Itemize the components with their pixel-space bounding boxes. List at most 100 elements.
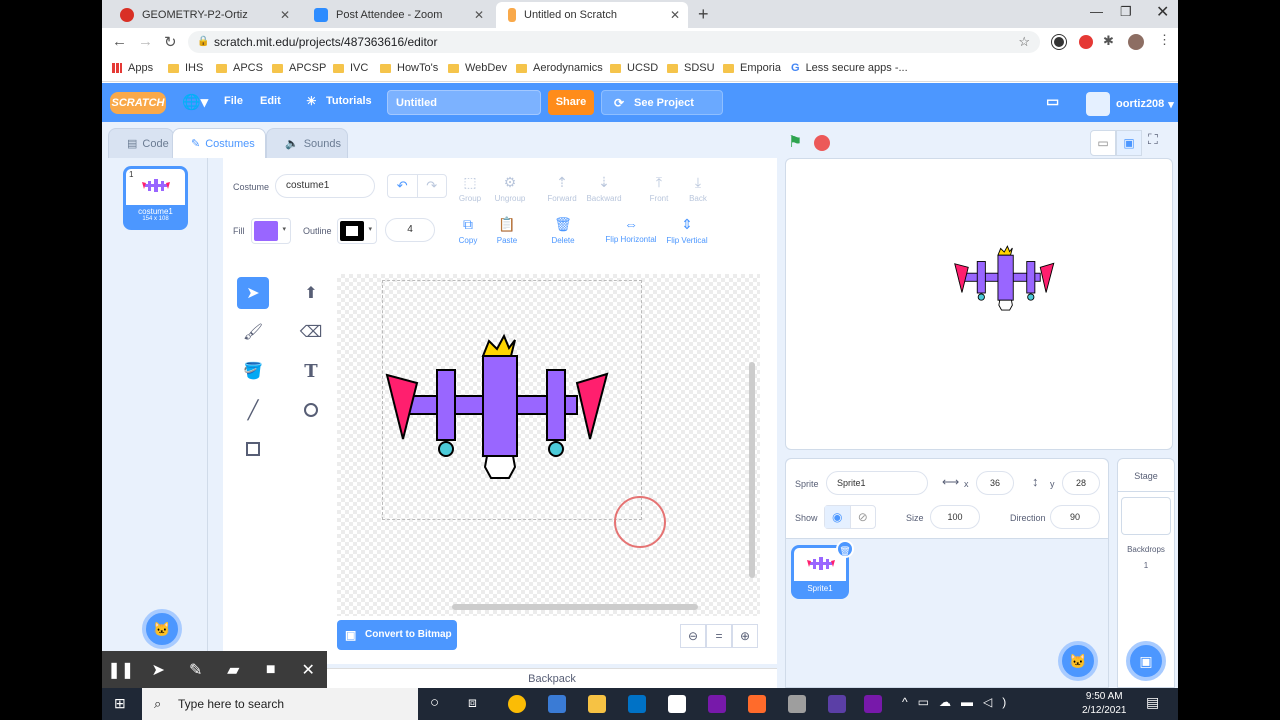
choose-costume-button[interactable]: 🐱 xyxy=(142,609,182,649)
eraser-tool[interactable]: ⌫ xyxy=(295,316,327,348)
ungroup-button[interactable]: ⚙ Ungroup xyxy=(484,174,536,203)
bookmark-folder[interactable]: SDSU xyxy=(667,62,715,74)
onenote-icon[interactable] xyxy=(708,695,726,713)
extension-icon[interactable] xyxy=(1052,35,1066,49)
star-icon[interactable]: ☆ xyxy=(1018,31,1030,53)
drawing-canvas[interactable] xyxy=(337,274,760,616)
close-icon[interactable]: ✕ xyxy=(474,8,484,22)
line-tool[interactable]: ╱ xyxy=(237,394,269,426)
g-app-icon[interactable] xyxy=(668,695,686,713)
back-icon[interactable]: ← xyxy=(112,33,127,50)
choose-sprite-button[interactable]: 🐱 xyxy=(1058,641,1098,681)
folder-icon[interactable]: ▭ xyxy=(1046,93,1059,110)
profile-avatar[interactable] xyxy=(1128,34,1144,50)
fill-tool[interactable]: 🪣 xyxy=(237,355,269,387)
back-button[interactable]: ⤓ Back xyxy=(672,174,724,203)
pointer-icon[interactable]: ➤ xyxy=(140,660,178,680)
large-stage-icon[interactable]: ▣ xyxy=(1116,130,1142,156)
puzzle-icon[interactable]: ✱ xyxy=(1103,33,1117,48)
close-icon[interactable]: ✕ xyxy=(280,8,290,22)
direction-input[interactable]: 90 xyxy=(1050,505,1100,529)
bookmark-folder[interactable]: Emporia xyxy=(723,62,781,74)
file-menu[interactable]: File xyxy=(224,95,243,107)
tab-sounds[interactable]: 🔈 Sounds xyxy=(266,128,348,158)
delete-sprite-icon[interactable]: 🗑 xyxy=(836,540,854,558)
bookmark-folder[interactable]: UCSD xyxy=(610,62,658,74)
tab-zoom[interactable]: Post Attendee - Zoom ✕ xyxy=(302,2,492,28)
tab-geometry[interactable]: GEOMETRY-P2-Ortiz ✕ xyxy=(108,2,298,28)
eye-off-icon[interactable]: ⊘ xyxy=(851,506,876,528)
paste-button[interactable]: 📋 Paste xyxy=(481,216,533,245)
zoom-reset-icon[interactable]: = xyxy=(706,624,732,648)
y-input[interactable]: 28 xyxy=(1062,471,1100,495)
scratch-logo[interactable]: SCRATCH xyxy=(110,92,166,114)
delete-button[interactable]: 🗑 Delete xyxy=(537,216,589,245)
rectangle-tool[interactable] xyxy=(237,433,269,465)
costume-name-input[interactable]: costume1 xyxy=(275,174,375,198)
bookmark-google[interactable]: G Less secure apps -... xyxy=(791,62,908,74)
outline-color-picker[interactable]: ▾ xyxy=(337,218,377,244)
tab-costumes[interactable]: ✎ Costumes xyxy=(172,128,266,158)
brush-tool[interactable]: 🖌 xyxy=(237,316,269,348)
sprite-tile[interactable]: Sprite1 🗑 xyxy=(791,540,854,599)
size-input[interactable]: 100 xyxy=(930,505,980,529)
horizontal-scrollbar[interactable] xyxy=(452,604,698,610)
pen-icon[interactable]: ✎ xyxy=(177,660,215,680)
bookmark-apps[interactable]: Apps xyxy=(112,62,153,74)
calculator-icon[interactable] xyxy=(548,695,566,713)
outline-width-input[interactable]: 4 xyxy=(385,218,435,242)
onenote-icon[interactable] xyxy=(864,695,882,713)
close-icon[interactable]: ✕ xyxy=(670,8,680,22)
menu-dots-icon[interactable]: ⋮ xyxy=(1158,32,1172,47)
cortana-icon[interactable]: ○ xyxy=(430,694,439,711)
green-flag-icon[interactable]: ⚑ xyxy=(788,132,802,152)
flip-horizontal-button[interactable]: ⇔ Flip Horizontal xyxy=(599,216,663,244)
see-project-page-button[interactable]: ⟳ See Project Page xyxy=(601,90,723,134)
file-explorer-icon[interactable] xyxy=(588,695,606,713)
tray-icons[interactable]: ^▭☁▬◁) xyxy=(902,695,1016,709)
tab-code[interactable]: ▤ Code xyxy=(108,128,174,158)
bookmark-folder[interactable]: IVC xyxy=(333,62,368,74)
maximize-icon[interactable]: ❐ xyxy=(1120,4,1132,20)
notifications-icon[interactable]: ▤ xyxy=(1146,694,1159,711)
task-view-icon[interactable]: ⧈ xyxy=(468,694,477,711)
pause-icon[interactable]: ❚❚ xyxy=(102,660,140,680)
redo-icon[interactable]: ↷ xyxy=(418,175,447,197)
zoom-out-icon[interactable]: ⊖ xyxy=(680,624,706,648)
outlook-icon[interactable] xyxy=(628,695,646,713)
reload-icon[interactable]: ↻ xyxy=(164,33,177,51)
highlighter-icon[interactable]: ▰ xyxy=(215,660,253,680)
forward-icon[interactable]: → xyxy=(138,33,153,50)
app-icon[interactable] xyxy=(748,695,766,713)
bookmark-folder[interactable]: APCSP xyxy=(272,62,326,74)
fill-color-picker[interactable]: ▾ xyxy=(251,218,291,244)
x-input[interactable]: 36 xyxy=(976,471,1014,495)
app-icon[interactable] xyxy=(828,695,846,713)
tab-scratch[interactable]: Untitled on Scratch ✕ xyxy=(496,2,688,28)
stage-canvas[interactable] xyxy=(785,158,1173,450)
globe-icon[interactable]: 🌐▾ xyxy=(182,93,208,111)
zoom-in-icon[interactable]: ⊕ xyxy=(732,624,758,648)
bookmark-folder[interactable]: WebDev xyxy=(448,62,507,74)
flip-vertical-button[interactable]: ⇕ Flip Vertical xyxy=(659,216,715,245)
select-tool[interactable]: ➤ xyxy=(237,277,269,309)
backward-button[interactable]: ⇣ Backward xyxy=(578,174,630,203)
reshape-tool[interactable]: ⬆ xyxy=(295,277,327,309)
new-tab-icon[interactable]: + xyxy=(698,4,709,25)
circle-tool[interactable] xyxy=(295,394,327,426)
taskbar-search[interactable]: ⌕ Type here to search xyxy=(142,688,418,720)
undo-icon[interactable]: ↶ xyxy=(388,175,418,197)
user-menu[interactable]: oortiz208 ▾ xyxy=(1086,92,1174,116)
convert-to-bitmap-button[interactable]: ▣ Convert to Bitmap xyxy=(337,620,457,650)
stop-icon[interactable] xyxy=(814,135,830,151)
taskbar-clock[interactable]: 9:50 AM 2/12/2021 xyxy=(1082,690,1127,718)
url-field[interactable]: 🔒 scratch.mit.edu/projects/487363616/edi… xyxy=(188,31,1040,53)
stage-selector[interactable]: Stage Backdrops 1 ▣ xyxy=(1117,458,1175,688)
fullscreen-icon[interactable]: ⛶ xyxy=(1148,131,1158,148)
close-icon[interactable]: ✕ xyxy=(290,660,328,680)
windows-start-icon[interactable]: ⊞ xyxy=(114,695,126,712)
bookmark-folder[interactable]: HowTo's xyxy=(380,62,438,74)
bookmark-folder[interactable]: Aerodynamics xyxy=(516,62,603,74)
sprite-name-input[interactable]: Sprite1 xyxy=(826,471,928,495)
minimize-icon[interactable]: — xyxy=(1090,4,1103,19)
